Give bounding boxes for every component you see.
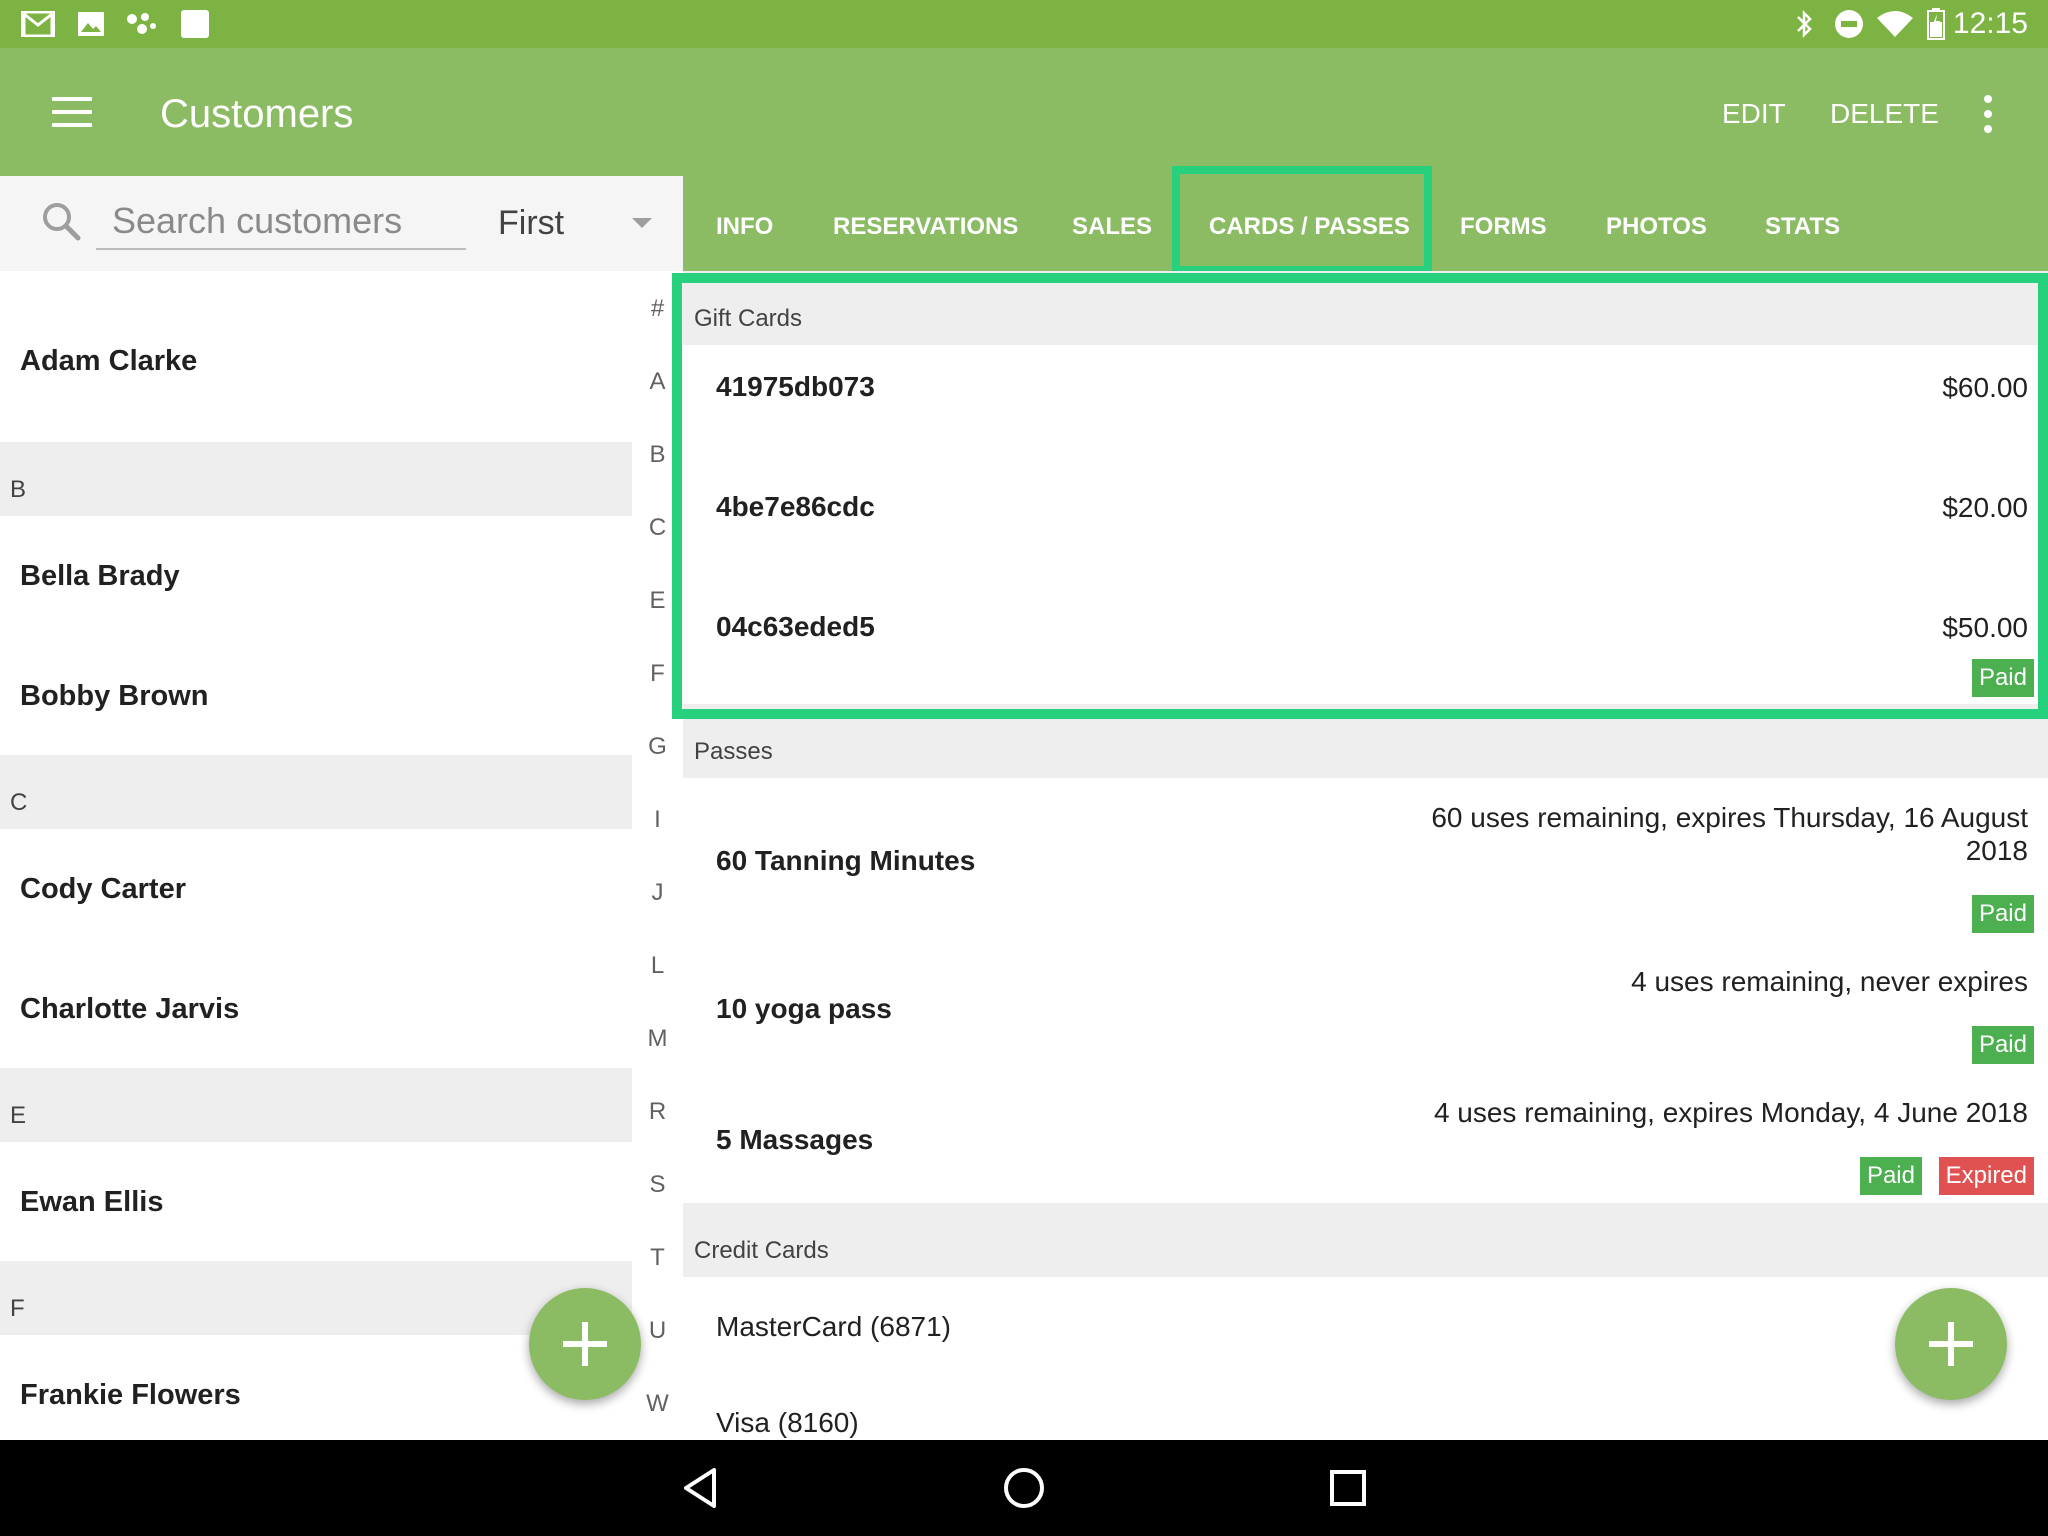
customer-name: Cody Carter xyxy=(20,873,186,905)
passes-header: Passes xyxy=(683,704,2048,778)
customer-name: Charlotte Jarvis xyxy=(20,993,240,1025)
paid-badge: Paid xyxy=(1971,659,2034,697)
index-letter[interactable]: E xyxy=(632,587,683,615)
bluetooth-icon xyxy=(1792,9,1816,39)
index-letter[interactable]: R xyxy=(632,1098,683,1126)
index-letter[interactable]: S xyxy=(632,1171,683,1199)
square-app-icon xyxy=(180,10,210,38)
tab-stats[interactable]: STATS xyxy=(1765,213,1840,241)
gift-card-amount: $60.00 xyxy=(1942,372,2028,403)
tab-info[interactable]: INFO xyxy=(716,213,773,241)
customer-row[interactable]: Adam Clarke xyxy=(0,301,632,421)
search-icon xyxy=(40,200,84,244)
index-letter[interactable]: G xyxy=(632,733,683,761)
index-letter[interactable]: A xyxy=(632,368,683,396)
tab-cards-passes[interactable]: CARDS / PASSES xyxy=(1209,213,1410,241)
tab-photos[interactable]: PHOTOS xyxy=(1606,213,1707,241)
expired-badge: Expired xyxy=(1938,1157,2034,1195)
sort-selected-value: First xyxy=(498,203,565,242)
index-letter[interactable]: B xyxy=(632,441,683,469)
search-input[interactable] xyxy=(96,194,466,250)
home-icon[interactable] xyxy=(998,1462,1050,1514)
recents-icon[interactable] xyxy=(1322,1462,1374,1514)
status-time: 12:15 xyxy=(1952,7,2028,40)
tab-reservations[interactable]: RESERVATIONS xyxy=(833,213,1018,241)
index-letter[interactable]: J xyxy=(632,879,683,907)
customer-row[interactable]: Bobby Brown xyxy=(0,636,632,756)
gift-card-code[interactable]: 41975db073 xyxy=(716,371,875,403)
customer-section-header: B xyxy=(0,442,632,516)
customer-row[interactable]: Bella Brady xyxy=(0,516,632,636)
paid-badge: Paid xyxy=(1971,895,2034,933)
index-letter[interactable]: M xyxy=(632,1025,683,1053)
customer-name: Adam Clarke xyxy=(20,345,198,377)
status-bar: 12:15 xyxy=(0,0,2048,48)
pass-name[interactable]: 60 Tanning Minutes xyxy=(716,845,975,877)
customer-name: Ewan Ellis xyxy=(20,1186,164,1218)
cards-passes-panel: Gift Cards 41975db073 $60.00 4be7e86cdc … xyxy=(683,271,2048,1440)
customer-row[interactable]: Ewan Ellis xyxy=(0,1142,632,1262)
index-letter[interactable]: L xyxy=(632,952,683,980)
add-customer-button[interactable] xyxy=(529,1288,641,1400)
gift-card-code[interactable]: 4be7e86cdc xyxy=(716,491,875,523)
do-not-disturb-icon xyxy=(1834,10,1864,38)
gift-card-amount: $20.00 xyxy=(1942,492,2028,523)
credit-card-item[interactable]: MasterCard (6871) xyxy=(716,1311,951,1343)
sort-dropdown[interactable]: First xyxy=(498,198,658,248)
pass-name[interactable]: 5 Massages xyxy=(716,1124,873,1156)
tab-sales[interactable]: SALES xyxy=(1072,213,1152,241)
index-letter[interactable]: F xyxy=(632,660,683,688)
system-nav-bar xyxy=(0,1440,2048,1536)
index-letter[interactable]: # xyxy=(632,295,683,323)
index-letter[interactable]: I xyxy=(632,806,683,834)
customer-row[interactable]: Cody Carter xyxy=(0,829,632,949)
detail-tabs: INFO RESERVATIONS SALES CARDS / PASSES F… xyxy=(683,176,2048,271)
paid-badge: Paid xyxy=(1971,1026,2034,1064)
credit-cards-header: Credit Cards xyxy=(683,1203,2048,1277)
back-icon[interactable] xyxy=(674,1462,726,1514)
delete-button[interactable]: DELETE xyxy=(1830,98,1939,130)
gift-cards-header: Gift Cards xyxy=(683,271,2048,345)
customer-section-header: E xyxy=(0,1068,632,1142)
index-letter[interactable]: W xyxy=(632,1390,683,1418)
alphabet-index[interactable]: # A B C E F G I J L M R S T U W xyxy=(632,271,683,1440)
page-title: Customers xyxy=(160,92,354,136)
gift-card-amount: $50.00 xyxy=(1942,612,2028,643)
pass-status: 4 uses remaining, expires Monday, 4 June… xyxy=(1433,1097,2028,1128)
search-bar: First xyxy=(0,176,683,271)
credit-card-item[interactable]: Visa (8160) xyxy=(716,1407,859,1439)
index-letter[interactable]: C xyxy=(632,514,683,542)
gift-card-code[interactable]: 04c63eded5 xyxy=(716,611,875,643)
customer-row[interactable]: Charlotte Jarvis xyxy=(0,949,632,1069)
app-bar: Customers EDIT DELETE xyxy=(0,48,2048,176)
paid-badge: Paid xyxy=(1859,1157,1922,1195)
gmail-icon xyxy=(20,10,56,38)
hamburger-menu-icon[interactable] xyxy=(40,88,104,136)
pass-status: 60 uses remaining, expires Thursday, 16 … xyxy=(1431,802,2028,866)
pass-name[interactable]: 10 yoga pass xyxy=(716,993,892,1025)
index-letter[interactable]: T xyxy=(632,1244,683,1272)
tab-forms[interactable]: FORMS xyxy=(1460,213,1547,241)
dropdown-caret-icon xyxy=(632,218,652,228)
more-options-icon[interactable] xyxy=(1970,92,2006,136)
add-card-button[interactable] xyxy=(1895,1288,2007,1400)
customer-name: Frankie Flowers xyxy=(20,1379,241,1411)
customer-section-header: C xyxy=(0,755,632,829)
photos-icon xyxy=(76,10,106,38)
pass-status: 4 uses remaining, never expires xyxy=(1631,966,2028,997)
edit-button[interactable]: EDIT xyxy=(1722,98,1786,130)
customer-name: Bobby Brown xyxy=(20,680,209,712)
wifi-icon xyxy=(1876,10,1914,38)
customer-list[interactable]: Adam Clarke B Bella Brady Bobby Brown C … xyxy=(0,271,632,1440)
app-icon xyxy=(124,10,158,38)
customer-name: Bella Brady xyxy=(20,560,180,592)
battery-icon xyxy=(1926,8,1946,40)
